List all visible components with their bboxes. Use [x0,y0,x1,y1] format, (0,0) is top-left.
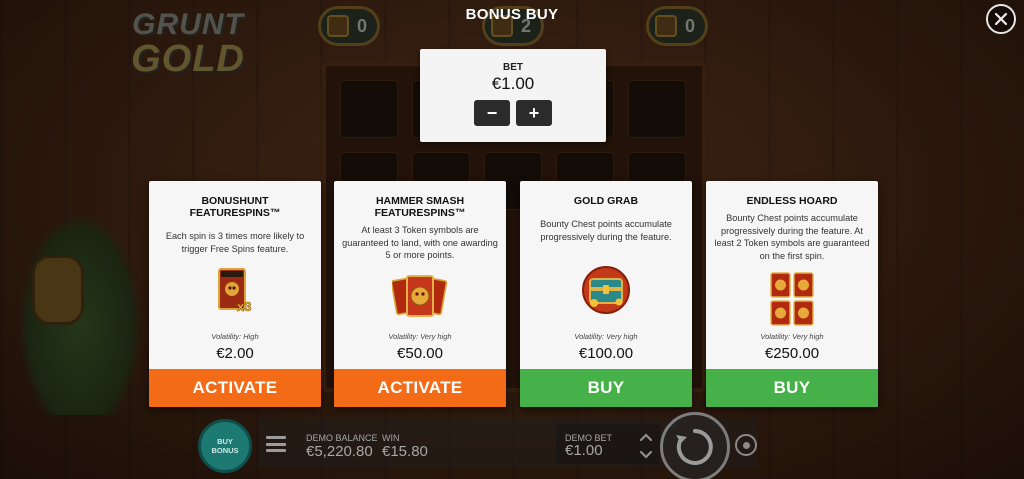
card-price: €2.00 [216,345,254,362]
win-label: WIN [382,433,400,443]
activate-button[interactable]: ACTIVATE [334,369,506,407]
page-title: BONUS BUY [465,6,559,23]
bet-label: BET [503,62,523,73]
card-price: €100.00 [578,345,634,362]
demo-balance-value: €5,220.80 [306,443,373,460]
autoplay-icon [742,441,750,449]
bet-panel: BET €1.00 − + [420,49,606,142]
card-price: €250.00 [764,345,820,362]
close-button[interactable] [986,4,1016,34]
close-icon [994,12,1008,26]
card-volatility: Volatility: Very high [574,332,638,341]
card-price: €50.00 [397,345,443,362]
token-cards-icon [390,273,448,324]
activate-button[interactable]: ACTIVATE [149,369,321,407]
bounty-chest-icon [578,265,634,320]
bet-value: €1.00 [491,74,535,93]
card-volatility: Volatility: Very high [760,332,824,341]
demo-bet-value: €1.00 [565,442,603,459]
card-description: Each spin is 3 times more likely to trig… [165,231,305,254]
spin-button[interactable] [660,412,730,479]
card-description: Bounty Chest points accumulate progressi… [540,219,672,242]
win-value: €15.80 [382,443,428,460]
decrease-bet-button[interactable]: − [474,100,510,126]
demo-balance-label: DEMO BALANCE [306,433,378,443]
card-volatility: Volatility: High [211,332,259,341]
feature-card-bonushunt: BONUSHUNT FEATURESPINS™ Each spin is 3 t… [149,181,321,407]
spin-arrows-icon [676,429,713,465]
card-volatility: Volatility: Very high [388,332,452,341]
feature-card-hammer-smash: HAMMER SMASH FEATURESPINS™ At least 3 To… [334,181,506,407]
card-title: BONUSHUNT FEATURESPINS™ [189,195,281,219]
card-title: HAMMER SMASH FEATURESPINS™ [374,195,466,219]
card-title: GOLD GRAB [573,195,639,207]
buy-button[interactable]: BUY [706,369,878,407]
buy-bonus-button[interactable]: BUY BONUS [198,419,252,473]
autoplay-button[interactable] [735,434,757,456]
card-title: ENDLESS HOARD [746,195,838,207]
menu-icon[interactable] [265,433,287,455]
scatter-x3-icon: x3 [217,267,253,320]
svg-text:x3: x3 [237,299,251,314]
card-description: At least 3 Token symbols are guaranteed … [342,225,498,260]
token-grid-icon [768,271,816,332]
feature-card-gold-grab: GOLD GRAB Bounty Chest points accumulate… [520,181,692,407]
increase-bet-button[interactable]: + [516,100,552,126]
bet-down-icon[interactable] [638,449,654,461]
feature-card-endless-hoard: ENDLESS HOARD Bounty Chest points accumu… [706,181,878,407]
card-description: Bounty Chest points accumulate progressi… [714,213,870,261]
buy-button[interactable]: BUY [520,369,692,407]
bet-up-icon[interactable] [638,431,654,443]
